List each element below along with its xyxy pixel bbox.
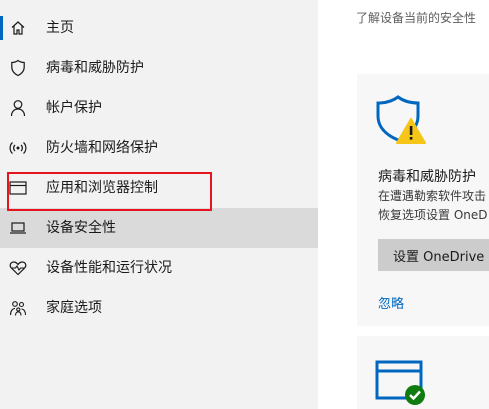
- person-icon: [9, 99, 27, 117]
- setup-onedrive-button[interactable]: 设置 OneDrive: [378, 239, 489, 271]
- sidebar-item-home[interactable]: 主页: [0, 8, 318, 48]
- sidebar-item-label: 设备性能和运行状况: [46, 260, 172, 276]
- sidebar-item-virus-protection[interactable]: 病毒和威胁防护: [0, 48, 318, 88]
- intro-text: 了解设备当前的安全性: [356, 11, 477, 25]
- home-icon: [9, 19, 27, 37]
- dismiss-link[interactable]: 忽略: [378, 293, 404, 312]
- family-icon: [9, 299, 27, 317]
- shield-warning-icon: [375, 94, 431, 150]
- sidebar-item-label: 家庭选项: [46, 300, 102, 316]
- card-title: 病毒和威胁防护: [378, 169, 476, 185]
- shield-icon: [9, 59, 27, 77]
- sidebar-item-label: 设备安全性: [46, 220, 116, 236]
- sidebar-item-device-performance[interactable]: 设备性能和运行状况: [0, 248, 318, 288]
- card-description-line: 恢复选项设置 OneD: [378, 208, 488, 222]
- virus-protection-card: 病毒和威胁防护 在遭遇勒索软件攻击 恢复选项设置 OneD 设置 OneDriv…: [357, 74, 489, 326]
- sidebar-item-label: 病毒和威胁防护: [46, 60, 144, 76]
- browser-window-icon: [9, 179, 27, 197]
- sidebar-item-label: 应用和浏览器控制: [46, 180, 158, 196]
- app-browser-card: [357, 336, 489, 409]
- sidebar: 主页 病毒和威胁防护 帐户保护 防火墙和网络保护 应用和浏览器控制 设备安全性: [0, 0, 318, 409]
- sidebar-item-device-security[interactable]: 设备安全性: [0, 208, 318, 248]
- sidebar-item-firewall[interactable]: 防火墙和网络保护: [0, 128, 318, 168]
- sidebar-item-label: 主页: [46, 20, 74, 36]
- sidebar-item-label: 防火墙和网络保护: [46, 140, 158, 156]
- sidebar-item-app-browser-control[interactable]: 应用和浏览器控制: [0, 168, 318, 208]
- card-description-line: 在遭遇勒索软件攻击: [378, 189, 487, 203]
- heart-icon: [9, 259, 27, 277]
- sidebar-item-label: 帐户保护: [46, 100, 102, 116]
- laptop-icon: [9, 219, 27, 237]
- sidebar-item-account-protection[interactable]: 帐户保护: [0, 88, 318, 128]
- browser-check-icon: [375, 360, 431, 409]
- sidebar-item-family-options[interactable]: 家庭选项: [0, 288, 318, 328]
- card-description: 在遭遇勒索软件攻击 恢复选项设置 OneD: [378, 187, 488, 225]
- wifi-icon: [9, 139, 27, 157]
- main-content: 了解设备当前的安全性 病毒和威胁防护 在遭遇勒索软件攻击 恢复选项设置 OneD…: [318, 0, 489, 409]
